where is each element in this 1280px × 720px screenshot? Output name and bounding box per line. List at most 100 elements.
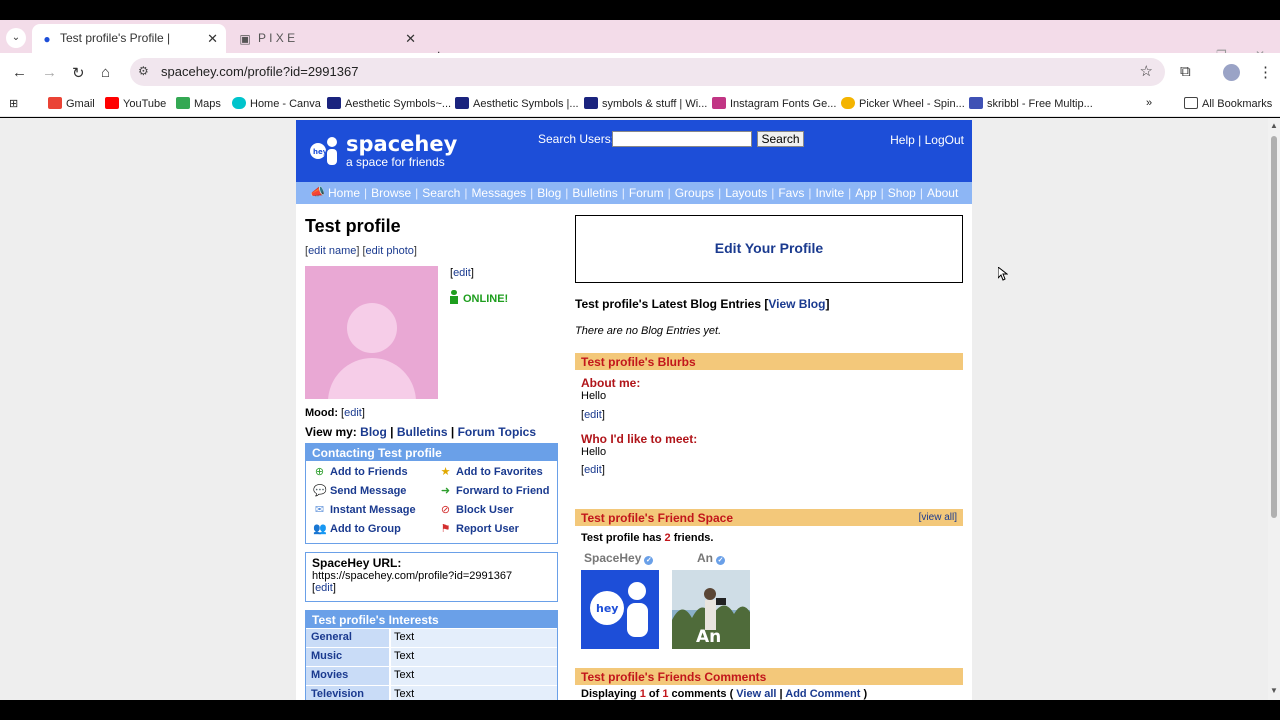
url-text[interactable]: spacehey.com/profile?id=2991367 bbox=[161, 64, 358, 79]
bookmark-maps[interactable]: Maps bbox=[176, 97, 221, 110]
nav-about[interactable]: About bbox=[927, 186, 958, 200]
nav-favs[interactable]: Favs bbox=[778, 186, 804, 200]
bookmark-youtube[interactable]: YouTube bbox=[105, 97, 166, 110]
nav-layouts[interactable]: Layouts bbox=[725, 186, 767, 200]
nav-home[interactable]: Home bbox=[328, 186, 360, 200]
edit-url-link[interactable]: edit bbox=[315, 582, 333, 594]
bookmark-canva[interactable]: Home - Canva bbox=[232, 97, 321, 110]
close-tab-icon[interactable]: ✕ bbox=[207, 24, 218, 53]
view-all-friends-link[interactable]: [view all] bbox=[919, 512, 957, 523]
send-message-link[interactable]: 💬 Send Message bbox=[313, 484, 406, 497]
friend-name-spacehey[interactable]: SpaceHey ✓ bbox=[584, 551, 654, 565]
edit-status-wrap: [edit] bbox=[450, 267, 474, 279]
back-icon[interactable]: ← bbox=[12, 64, 27, 81]
interest-row: General Text bbox=[306, 628, 557, 647]
add-to-friends-link[interactable]: ⊕ Add to Friends bbox=[313, 465, 408, 478]
contact-label: Add to Group bbox=[330, 523, 401, 535]
view-blog-link[interactable]: View Blog bbox=[768, 297, 825, 311]
edit-status-link[interactable]: edit bbox=[453, 267, 471, 279]
friend-name-text: SpaceHey bbox=[584, 551, 642, 565]
edit-name-link[interactable]: edit name bbox=[308, 245, 356, 257]
reload-icon[interactable]: ↻ bbox=[72, 64, 85, 82]
nav-invite[interactable]: Invite bbox=[815, 186, 844, 200]
scroll-down-arrow-icon[interactable]: ▼ bbox=[1270, 686, 1278, 695]
block-user-link[interactable]: ⊘ Block User bbox=[439, 503, 514, 516]
search-users-input[interactable] bbox=[612, 131, 752, 147]
edit-mood-link[interactable]: edit bbox=[344, 407, 362, 419]
omnibox[interactable]: ⚙ spacehey.com/profile?id=2991367 ☆ bbox=[130, 58, 1165, 86]
nav-groups[interactable]: Groups bbox=[675, 186, 714, 200]
nav-forum[interactable]: Forum bbox=[629, 186, 664, 200]
friend-avatar-spacehey[interactable]: hey bbox=[581, 570, 659, 649]
report-user-link[interactable]: ⚑ Report User bbox=[439, 522, 519, 535]
edit-about-link[interactable]: edit bbox=[584, 409, 602, 421]
view-blog-link[interactable]: Blog bbox=[360, 425, 387, 439]
about-edit-wrap: [edit] bbox=[581, 409, 605, 421]
nav-messages[interactable]: Messages bbox=[471, 186, 526, 200]
add-to-group-link[interactable]: 👥 Add to Group bbox=[313, 522, 401, 535]
bookmark-star-icon[interactable]: ☆ bbox=[1140, 62, 1153, 80]
close-tab-icon[interactable]: ✕ bbox=[405, 24, 416, 53]
bookmark-instagram-fonts[interactable]: Instagram Fonts Ge... bbox=[712, 97, 836, 110]
view-forum-topics-link[interactable]: Forum Topics bbox=[458, 425, 536, 439]
add-to-favorites-link[interactable]: ★ Add to Favorites bbox=[439, 465, 543, 478]
bookmark-picker-wheel[interactable]: Picker Wheel - Spin... bbox=[841, 97, 965, 110]
interest-value: Text bbox=[391, 648, 557, 666]
logout-link[interactable]: LogOut bbox=[925, 133, 964, 147]
edit-meet-link[interactable]: edit bbox=[584, 464, 602, 476]
spacehey-url-box: SpaceHey URL: https://spacehey.com/profi… bbox=[305, 552, 558, 602]
tab-pixe[interactable]: ▣ P I X E ✕ bbox=[230, 24, 424, 53]
logo-tagline: a space for friends bbox=[346, 155, 445, 169]
bookmark-aesthetic-1[interactable]: Aesthetic Symbols~... bbox=[327, 97, 451, 110]
logo-name[interactable]: spacehey bbox=[346, 132, 457, 156]
forward-to-friend-link[interactable]: ➜ Forward to Friend bbox=[439, 484, 550, 497]
edit-profile-box[interactable]: Edit Your Profile bbox=[575, 215, 963, 283]
friend-name-an[interactable]: An ✓ bbox=[697, 551, 725, 565]
disp-post: comments ( bbox=[668, 688, 737, 700]
all-bookmarks[interactable]: All Bookmarks bbox=[1184, 97, 1272, 110]
disp-pre: Displaying bbox=[581, 688, 640, 700]
home-icon[interactable]: ⌂ bbox=[101, 64, 110, 81]
contact-box: Contacting Test profile ⊕ Add to Friends … bbox=[305, 443, 558, 544]
friend-avatar-an[interactable]: An bbox=[672, 570, 750, 649]
search-button[interactable]: Search bbox=[757, 131, 804, 147]
nav-shop[interactable]: Shop bbox=[888, 186, 916, 200]
bookmark-aesthetic-2[interactable]: Aesthetic Symbols |... bbox=[455, 97, 579, 110]
nav-bulletins[interactable]: Bulletins bbox=[572, 186, 617, 200]
profile-avatar-icon[interactable] bbox=[1223, 64, 1240, 81]
nav-blog[interactable]: Blog bbox=[537, 186, 561, 200]
forward-icon[interactable]: → bbox=[42, 64, 57, 81]
forward-arrow-icon: ➜ bbox=[440, 485, 451, 497]
canva-icon bbox=[232, 97, 246, 109]
apps-grid-icon[interactable]: ⊞ bbox=[9, 97, 18, 110]
instant-message-link[interactable]: ✉ Instant Message bbox=[313, 503, 416, 516]
scroll-up-arrow-icon[interactable]: ▲ bbox=[1270, 121, 1278, 130]
bookmark-skribbl[interactable]: skribbl - Free Multip... bbox=[969, 97, 1093, 110]
bookmark-gmail[interactable]: Gmail bbox=[48, 97, 95, 110]
nav-items: Home | Browse | Search | Messages | Blog | Bulleti… bbox=[328, 186, 959, 200]
tab-search-button[interactable]: ⌄ bbox=[6, 28, 26, 48]
view-bulletins-link[interactable]: Bulletins bbox=[397, 425, 448, 439]
nav-search[interactable]: Search bbox=[422, 186, 460, 200]
header-links: Help | LogOut bbox=[890, 133, 964, 147]
online-person-icon bbox=[450, 290, 458, 304]
edit-photo-link[interactable]: edit photo bbox=[366, 245, 414, 257]
nav-app[interactable]: App bbox=[855, 186, 876, 200]
extensions-icon[interactable]: ⧉ bbox=[1180, 63, 1191, 80]
bookmark-symbols[interactable]: symbols & stuff | Wi... bbox=[584, 97, 707, 110]
more-bookmarks-icon[interactable]: » bbox=[1146, 97, 1152, 109]
scroll-thumb[interactable] bbox=[1271, 136, 1277, 518]
page-scrollbar[interactable]: ▲ ▼ bbox=[1268, 118, 1280, 700]
bookmark-label: Instagram Fonts Ge... bbox=[730, 98, 837, 110]
view-all-comments-link[interactable]: View all bbox=[736, 688, 776, 700]
tab-spacehey-profile[interactable]: ● Test profile's Profile | SpaceHey ✕ bbox=[32, 24, 226, 74]
profile-url[interactable]: https://spacehey.com/profile?id=2991367 bbox=[312, 570, 551, 582]
interests-title: Test profile's Interests bbox=[306, 611, 557, 628]
edit-profile-link[interactable]: Edit Your Profile bbox=[576, 240, 962, 256]
browser-menu-icon[interactable]: ⋮ bbox=[1258, 63, 1273, 81]
site-info-icon[interactable]: ⚙ bbox=[138, 64, 149, 78]
nav-browse[interactable]: Browse bbox=[371, 186, 411, 200]
help-link[interactable]: Help bbox=[890, 133, 915, 147]
add-comment-link[interactable]: Add Comment bbox=[785, 688, 860, 700]
interest-value: Text bbox=[391, 686, 557, 700]
